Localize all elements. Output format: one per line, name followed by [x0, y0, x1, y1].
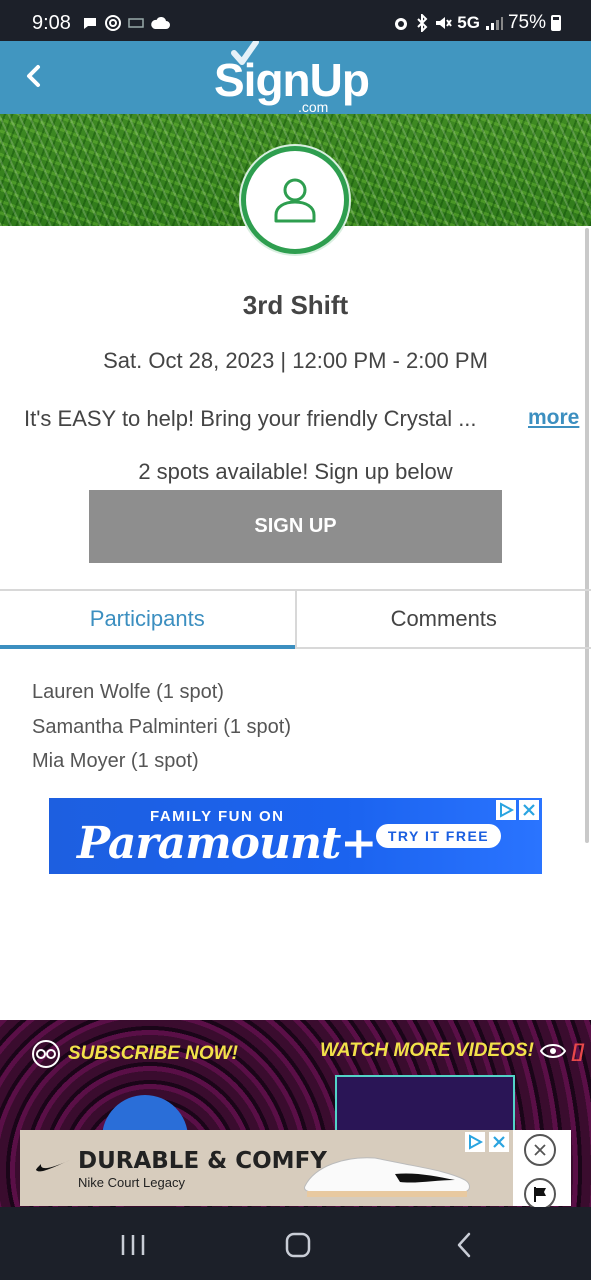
ad-watch-label: WATCH MORE VIDEOS!	[320, 1040, 534, 1061]
logo-suffix: .com	[298, 99, 328, 114]
glasses-icon	[32, 1040, 60, 1068]
recent-apps-button[interactable]	[113, 1225, 153, 1265]
ad-brand: Paramount+	[77, 818, 377, 869]
slot-datetime: Sat. Oct 28, 2023 | 12:00 PM - 2:00 PM	[103, 348, 488, 373]
voicemail-icon	[128, 18, 144, 28]
app-header: SignUp .com	[0, 39, 591, 115]
signup-button[interactable]: SIGN UP	[89, 490, 502, 563]
ad-subscribe-label: SUBSCRIBE NOW!	[68, 1043, 238, 1064]
chevron-left-icon	[27, 65, 40, 87]
tab-comments[interactable]: Comments	[297, 591, 591, 647]
eye-icon	[539, 1044, 566, 1058]
recents-icon	[121, 1235, 145, 1255]
bracket-icon: []	[571, 1040, 584, 1061]
status-bar: 9:08 5G 75%	[0, 0, 591, 41]
app-screen: 9:08 5G 75% SignUp .com 3rd Shift Sat. O…	[0, 0, 591, 1280]
avatar	[241, 146, 349, 254]
paramount-ad[interactable]: FAMILY FUN ON Paramount+ TRY IT FREE	[49, 798, 542, 874]
participant-list: Lauren Wolfe (1 spot) Samantha Palminter…	[32, 678, 291, 782]
system-nav-bar	[0, 1207, 591, 1280]
user-icon	[274, 178, 316, 223]
status-time: 9:08	[32, 12, 71, 34]
tab-participants[interactable]: Participants	[0, 591, 297, 649]
close-icon	[534, 1144, 546, 1156]
list-item: Samantha Palminteri (1 spot)	[32, 715, 292, 738]
signup-logo: SignUp .com	[212, 39, 392, 115]
list-item: Mia Moyer (1 spot)	[32, 750, 199, 772]
close-icon[interactable]	[489, 1132, 509, 1152]
adchoices-icon[interactable]	[496, 800, 516, 820]
back-button[interactable]	[18, 61, 48, 91]
more-link[interactable]: more	[528, 406, 579, 430]
flag-icon	[534, 1187, 546, 1202]
ad-cta-button[interactable]: TRY IT FREE	[376, 824, 501, 848]
ad-close-button[interactable]	[524, 1134, 556, 1166]
close-icon[interactable]	[519, 800, 539, 820]
home-button[interactable]	[278, 1225, 318, 1265]
ad-controls	[513, 1130, 571, 1210]
slot-description: It's EASY to help! Bring your friendly C…	[24, 406, 477, 431]
back-icon	[457, 1232, 471, 1258]
list-item: Lauren Wolfe (1 spot)	[32, 681, 224, 703]
home-icon	[285, 1232, 311, 1258]
page-title: 3rd Shift	[242, 290, 349, 320]
system-back-button[interactable]	[444, 1225, 484, 1265]
battery-icon	[551, 15, 561, 31]
nike-logo-icon	[36, 1160, 70, 1172]
nike-ad[interactable]: DURABLE & COMFY Nike Court Legacy	[20, 1130, 513, 1206]
network-label: 5G	[457, 13, 480, 32]
ad-watch[interactable]: WATCH MORE VIDEOS! []	[320, 1040, 584, 1062]
ad-headline: DURABLE & COMFY	[78, 1148, 327, 1174]
ad-subline: Nike Court Legacy	[78, 1175, 185, 1190]
spots-available: 2 spots available! Sign up below	[138, 459, 453, 484]
bluetooth-icon	[417, 14, 428, 32]
tab-bar: Participants Comments	[0, 589, 591, 649]
battery-percent: 75%	[507, 12, 546, 33]
system-icons: 5G 75%	[392, 12, 561, 34]
notification-icons	[82, 14, 170, 32]
signal-icon	[485, 17, 503, 30]
ad-subscribe[interactable]: SUBSCRIBE NOW!	[30, 1040, 238, 1068]
alarm-icon	[395, 18, 408, 30]
mute-icon	[436, 17, 453, 29]
cloud-icon	[151, 16, 170, 29]
logo-text: SignUp	[214, 54, 369, 106]
adchoices-icon[interactable]	[465, 1132, 485, 1152]
chat-icon	[84, 18, 96, 29]
wifi-calling-icon	[105, 15, 121, 31]
ad-report-button[interactable]	[524, 1178, 556, 1210]
